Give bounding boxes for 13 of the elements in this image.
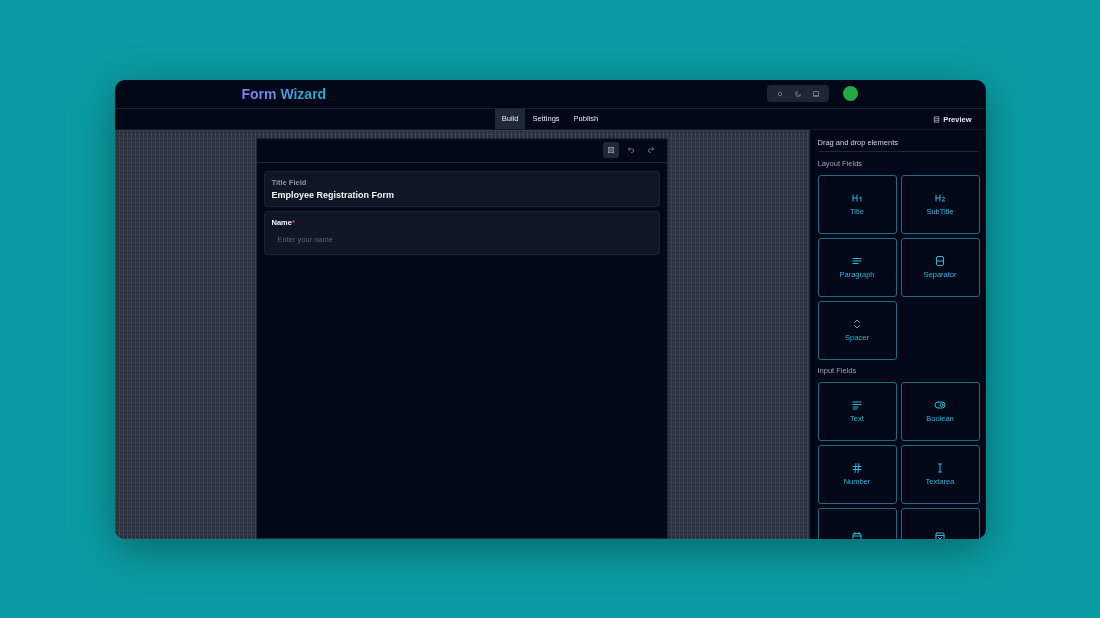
spacer-icon [851,318,863,330]
boolean-icon [934,399,946,411]
avatar[interactable] [842,86,858,101]
paragraph-icon [851,255,863,267]
h1-icon [851,192,863,204]
form-title: Employee Registration Form [271,189,396,200]
separator-icon [934,255,946,267]
panel-icon [933,115,941,123]
number-icon [851,462,863,474]
save-icon[interactable] [602,142,619,158]
h2-icon [934,192,946,204]
text-icon [851,399,863,411]
app-title: Form Wizard [241,85,327,102]
